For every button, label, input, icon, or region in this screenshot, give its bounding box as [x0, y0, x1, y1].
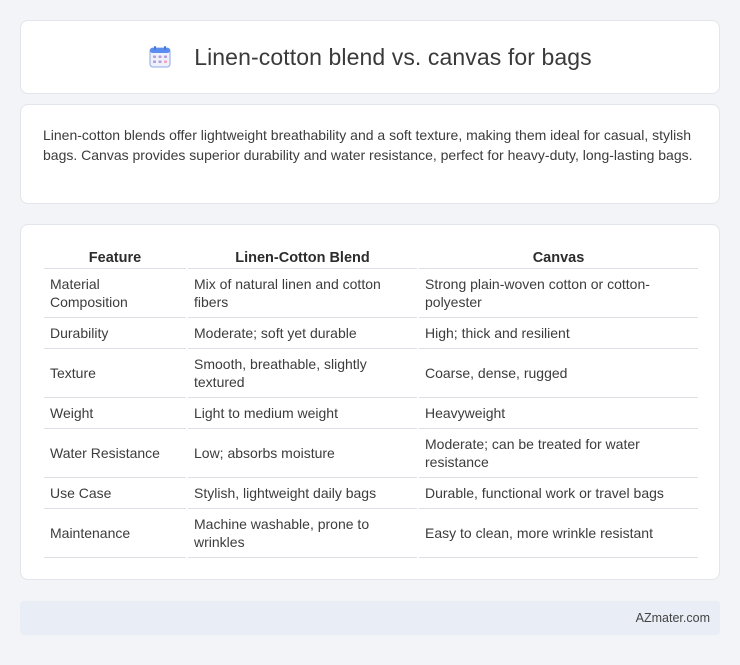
cell-feature: Texture: [44, 349, 186, 398]
cell-linen-cotton: Stylish, lightweight daily bags: [188, 478, 417, 509]
table-row: Weight Light to medium weight Heavyweigh…: [44, 398, 698, 429]
page-title: Linen-cotton blend vs. canvas for bags: [194, 43, 592, 70]
comparison-table: Feature Linen-Cotton Blend Canvas Materi…: [42, 245, 700, 558]
table-row: Material Composition Mix of natural line…: [44, 269, 698, 318]
comparison-table-card: Feature Linen-Cotton Blend Canvas Materi…: [20, 224, 720, 580]
column-header-canvas: Canvas: [419, 245, 698, 269]
title-card: Linen-cotton blend vs. canvas for bags: [20, 20, 720, 94]
cell-canvas: Durable, functional work or travel bags: [419, 478, 698, 509]
cell-canvas: High; thick and resilient: [419, 318, 698, 349]
cell-linen-cotton: Moderate; soft yet durable: [188, 318, 417, 349]
table-header-row: Feature Linen-Cotton Blend Canvas: [44, 245, 698, 269]
column-header-linen-cotton: Linen-Cotton Blend: [188, 245, 417, 269]
table-row: Use Case Stylish, lightweight daily bags…: [44, 478, 698, 509]
footer: AZmater.com: [20, 601, 720, 635]
cell-canvas: Moderate; can be treated for water resis…: [419, 429, 698, 478]
cell-linen-cotton: Mix of natural linen and cotton fibers: [188, 269, 417, 318]
cell-canvas: Heavyweight: [419, 398, 698, 429]
cell-feature: Maintenance: [44, 509, 186, 558]
table-row: Texture Smooth, breathable, slightly tex…: [44, 349, 698, 398]
table-row: Water Resistance Low; absorbs moisture M…: [44, 429, 698, 478]
cell-linen-cotton: Low; absorbs moisture: [188, 429, 417, 478]
cell-linen-cotton: Smooth, breathable, slightly textured: [188, 349, 417, 398]
footer-brand: AZmater.com: [635, 611, 710, 625]
cell-canvas: Coarse, dense, rugged: [419, 349, 698, 398]
column-header-feature: Feature: [44, 245, 186, 269]
cell-feature: Use Case: [44, 478, 186, 509]
cell-linen-cotton: Machine washable, prone to wrinkles: [188, 509, 417, 558]
summary-card: Linen-cotton blends offer lightweight br…: [20, 104, 720, 204]
cell-feature: Water Resistance: [44, 429, 186, 478]
table-row: Durability Moderate; soft yet durable Hi…: [44, 318, 698, 349]
summary-text: Linen-cotton blends offer lightweight br…: [43, 127, 693, 163]
cell-feature: Weight: [44, 398, 186, 429]
cell-linen-cotton: Light to medium weight: [188, 398, 417, 429]
cell-canvas: Easy to clean, more wrinkle resistant: [419, 509, 698, 558]
table-row: Maintenance Machine washable, prone to w…: [44, 509, 698, 558]
cell-canvas: Strong plain-woven cotton or cotton-poly…: [419, 269, 698, 318]
cell-feature: Durability: [44, 318, 186, 349]
cell-feature: Material Composition: [44, 269, 186, 318]
calendar-icon: [149, 46, 171, 68]
title-wrap: Linen-cotton blend vs. canvas for bags: [148, 44, 592, 71]
